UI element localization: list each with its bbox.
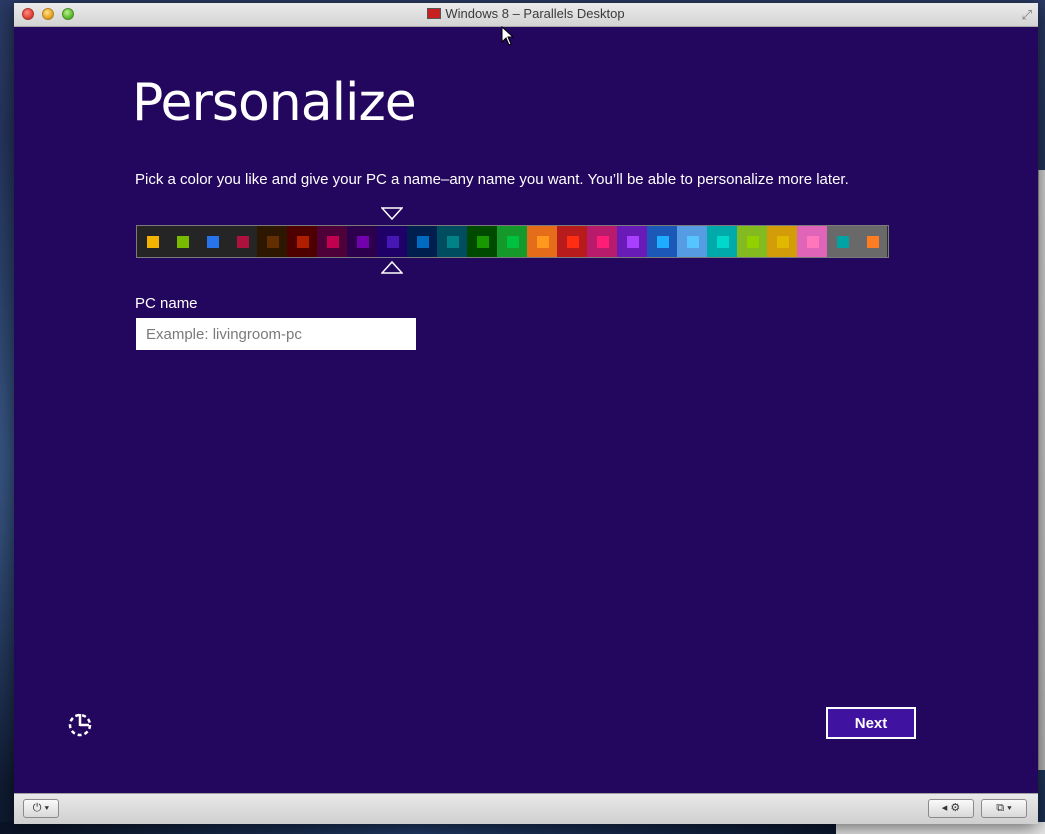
color-picker[interactable]	[136, 225, 889, 258]
ease-of-access-icon[interactable]	[66, 711, 94, 739]
page-description: Pick a color you like and give your PC a…	[135, 171, 849, 188]
color-swatch[interactable]	[767, 226, 797, 257]
color-swatch[interactable]	[497, 226, 527, 257]
color-swatch[interactable]	[557, 226, 587, 257]
color-swatch[interactable]	[647, 226, 677, 257]
color-swatch-chip	[237, 236, 249, 248]
gear-icon[interactable]: ⚙	[950, 802, 960, 814]
color-swatch[interactable]	[347, 226, 377, 257]
page-title: Personalize	[132, 73, 417, 133]
pc-name-input[interactable]	[136, 318, 416, 350]
next-button[interactable]: Next	[826, 707, 916, 739]
title-bar[interactable]: Windows 8 – Parallels Desktop ⤢	[14, 3, 1038, 27]
selected-color-marker-top-icon	[381, 207, 403, 221]
color-swatch-chip	[147, 236, 159, 248]
collapse-arrow-icon[interactable]: ◂	[942, 802, 948, 814]
color-swatch[interactable]	[437, 226, 467, 257]
chevron-down-icon: ▾	[41, 802, 50, 814]
color-swatch-chip	[867, 236, 879, 248]
window-title-area: Windows 8 – Parallels Desktop	[14, 6, 1038, 21]
parallels-vm-icon	[427, 8, 442, 19]
color-swatch-chip	[567, 236, 579, 248]
color-swatch[interactable]	[257, 226, 287, 257]
color-swatch-chip	[657, 236, 669, 248]
color-swatch-chip	[417, 236, 429, 248]
color-swatch-chip	[537, 236, 549, 248]
color-swatch[interactable]	[617, 226, 647, 257]
parallels-window: Windows 8 – Parallels Desktop ⤢ Personal…	[14, 3, 1038, 824]
windows-setup-screen: Personalize Pick a color you like and gi…	[14, 27, 1038, 793]
color-swatch-chip	[447, 236, 459, 248]
chevron-down-icon: ▾	[1004, 802, 1012, 814]
color-swatch[interactable]	[167, 226, 197, 257]
mouse-pointer-icon	[501, 26, 515, 46]
color-swatch[interactable]	[857, 226, 887, 257]
color-swatch[interactable]	[137, 226, 167, 257]
pc-name-label: PC name	[135, 295, 198, 312]
color-swatch-chip	[717, 236, 729, 248]
power-menu-button[interactable]: ⏻ ▾	[23, 799, 59, 818]
color-swatch[interactable]	[587, 226, 617, 257]
color-swatch[interactable]	[737, 226, 767, 257]
view-mode-button[interactable]: ⧉ ▾	[981, 799, 1027, 818]
color-swatch-chip	[327, 236, 339, 248]
color-swatch-chip	[597, 236, 609, 248]
color-swatch[interactable]	[467, 226, 497, 257]
color-swatch-chip	[627, 236, 639, 248]
color-swatch[interactable]	[707, 226, 737, 257]
color-swatch[interactable]	[527, 226, 557, 257]
coherence-icon: ⧉	[996, 802, 1005, 814]
window-title: Windows 8 – Parallels Desktop	[445, 6, 625, 21]
color-swatch-chip	[477, 236, 489, 248]
color-swatch[interactable]	[677, 226, 707, 257]
color-swatch[interactable]	[287, 226, 317, 257]
color-swatch-chip	[357, 236, 369, 248]
color-swatch-chip	[507, 236, 519, 248]
fullscreen-icon[interactable]: ⤢	[1022, 7, 1032, 23]
power-icon: ⏻	[32, 802, 42, 814]
color-swatch-chip	[837, 236, 849, 248]
color-swatch[interactable]	[197, 226, 227, 257]
color-swatch-chip	[777, 236, 789, 248]
color-swatch[interactable]	[797, 226, 827, 257]
selected-color-marker-bottom-icon	[381, 260, 403, 274]
color-swatch-chip	[807, 236, 819, 248]
color-swatch-chip	[387, 236, 399, 248]
color-swatch-chip	[267, 236, 279, 248]
color-swatch-chip	[297, 236, 309, 248]
color-swatch[interactable]	[227, 226, 257, 257]
color-swatch[interactable]	[317, 226, 347, 257]
background-window-edge	[1038, 170, 1045, 770]
vm-settings-group: ◂ ⚙	[928, 799, 974, 818]
color-swatch-chip	[687, 236, 699, 248]
color-swatch-chip	[207, 236, 219, 248]
color-swatch-chip	[747, 236, 759, 248]
color-swatch[interactable]	[407, 226, 437, 257]
color-swatch[interactable]	[377, 226, 407, 257]
color-swatch[interactable]	[827, 226, 857, 257]
vm-toolbar: ⏻ ▾ ◂ ⚙ ⧉ ▾	[14, 793, 1038, 824]
color-swatch-chip	[177, 236, 189, 248]
